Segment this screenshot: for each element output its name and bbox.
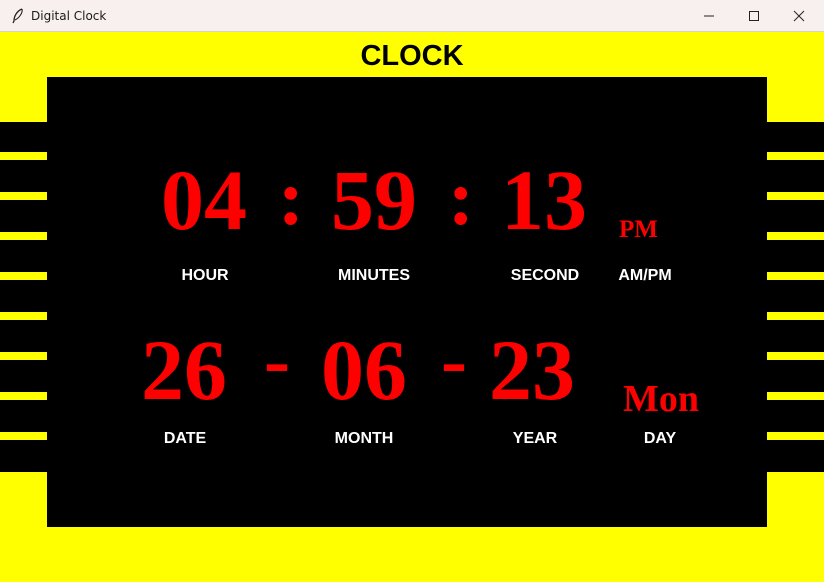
clock-display-panel: 04 : 59 : 13 PM HOUR MINUTES SECOND AM/P… [47, 77, 767, 527]
left-stripe [0, 432, 47, 440]
maximize-icon [749, 11, 759, 21]
minimize-icon [704, 15, 714, 17]
right-stripe [767, 432, 824, 440]
month-label: MONTH [334, 430, 394, 447]
year-value: 23 [489, 322, 575, 418]
maximize-button[interactable] [731, 0, 777, 32]
date-value: 26 [141, 322, 227, 418]
window-title: Digital Clock [31, 9, 107, 23]
right-stripe [767, 232, 824, 240]
right-stripe [767, 192, 824, 200]
left-stripe [0, 312, 47, 320]
left-stripe [0, 352, 47, 360]
ampm-value: PM [619, 216, 658, 243]
right-stripe [767, 152, 824, 160]
title-bar: Digital Clock [0, 0, 824, 32]
month-value: 06 [321, 322, 407, 418]
minimize-button[interactable] [686, 0, 732, 32]
date-label: DATE [163, 430, 207, 447]
day-label: DAY [643, 430, 677, 447]
feather-icon [12, 8, 23, 24]
clock-heading: CLOCK [360, 40, 464, 72]
date-separator: - [441, 316, 467, 403]
second-value: 13 [501, 152, 587, 248]
left-stripe [0, 192, 47, 200]
right-stripe [767, 312, 824, 320]
year-label: YEAR [512, 430, 558, 447]
time-separator: : [278, 154, 304, 241]
close-icon [793, 10, 805, 22]
right-stripe [767, 392, 824, 400]
left-side-bar [0, 122, 47, 472]
left-stripe [0, 272, 47, 280]
time-separator: : [448, 154, 474, 241]
clock-window-body: CLOCK 04 : 59 : 13 PM HOUR MINUTES SECON… [0, 32, 824, 582]
hour-label: HOUR [181, 267, 229, 284]
minutes-value: 59 [331, 152, 417, 248]
left-stripe [0, 392, 47, 400]
minutes-label: MINUTES [338, 267, 410, 284]
day-value: Mon [623, 378, 699, 420]
date-separator: - [264, 316, 290, 403]
close-button[interactable] [776, 0, 822, 32]
left-stripe [0, 152, 47, 160]
right-side-bar [767, 122, 824, 472]
hour-value: 04 [161, 152, 247, 248]
right-stripe [767, 352, 824, 360]
right-stripe [767, 272, 824, 280]
ampm-label: AM/PM [618, 267, 672, 284]
left-stripe [0, 232, 47, 240]
